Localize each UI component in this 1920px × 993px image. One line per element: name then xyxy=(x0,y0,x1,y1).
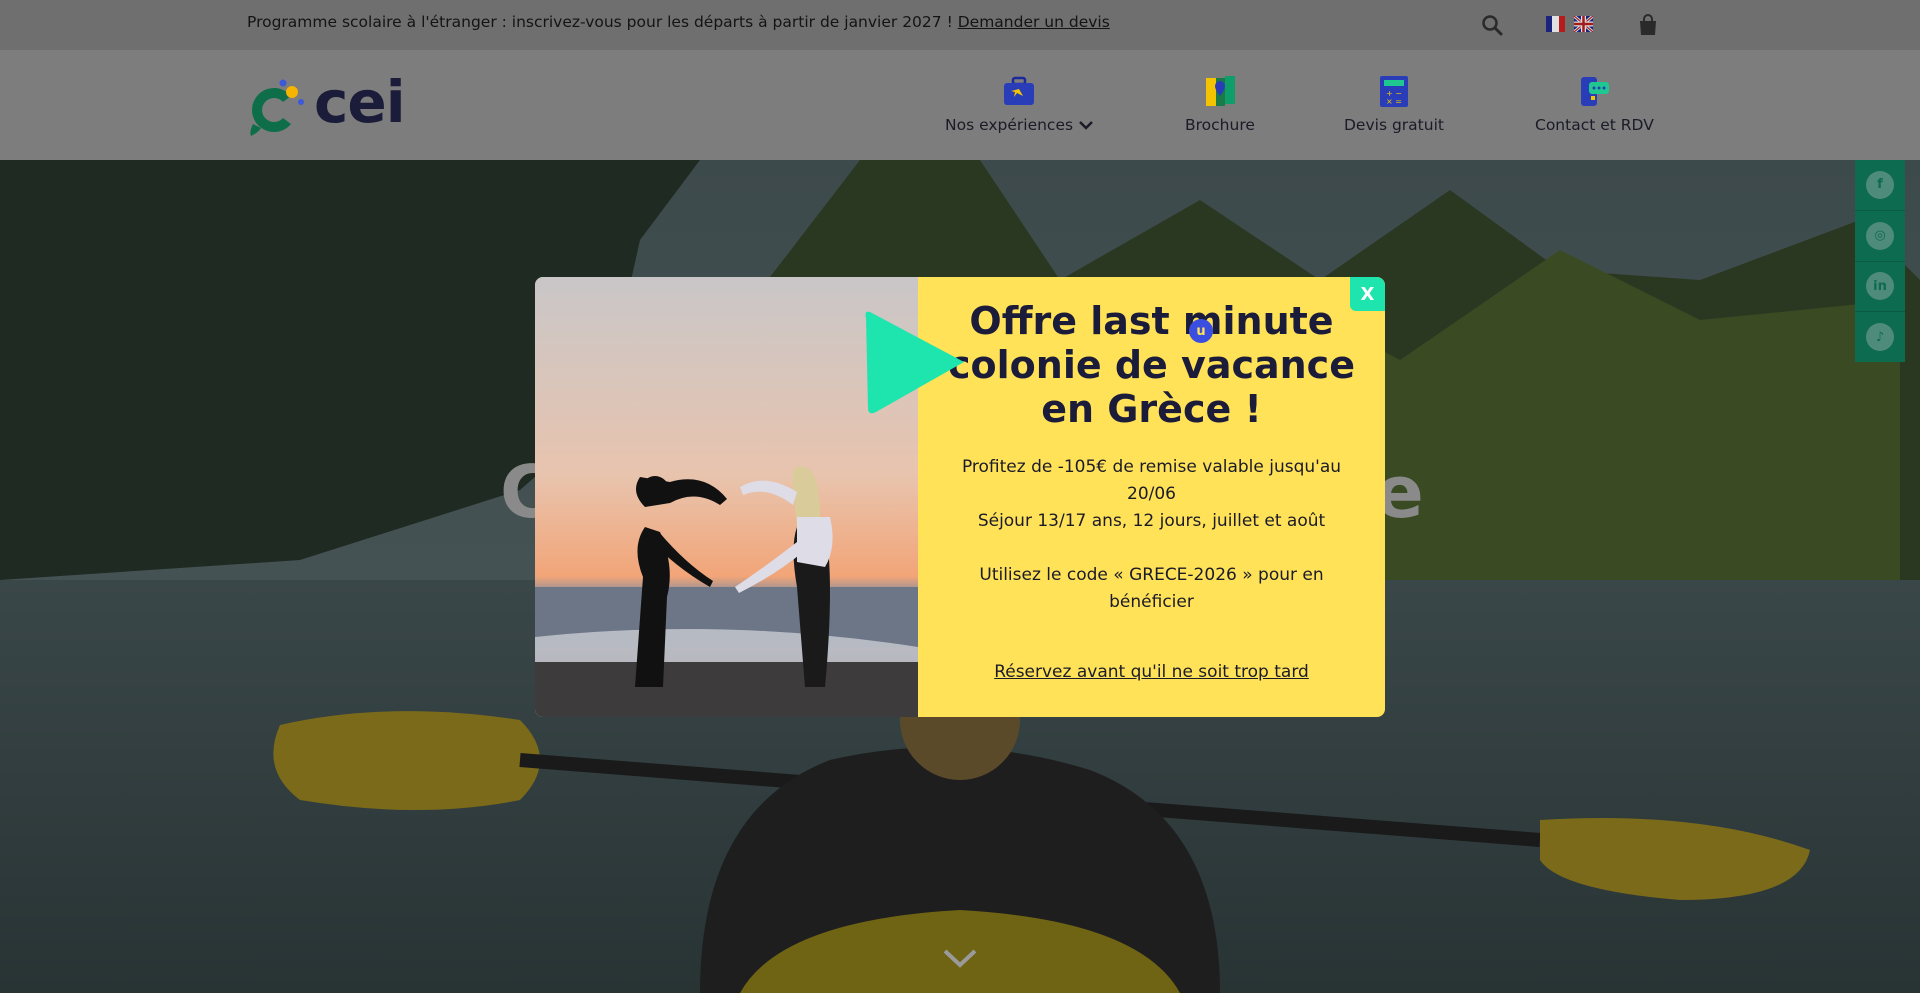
announcement-bar: Programme scolaire à l'étranger : inscri… xyxy=(0,0,1920,50)
nav-contact[interactable]: Contact et RDV xyxy=(1535,74,1654,134)
nav-experiences-label: Nos expériences xyxy=(945,116,1074,134)
bag-icon[interactable] xyxy=(1638,14,1658,36)
linkedin-icon: in xyxy=(1866,272,1894,301)
nav-experiences[interactable]: Nos expériences xyxy=(945,74,1093,134)
logo-mark-icon xyxy=(250,79,304,136)
logo-text: cei xyxy=(314,68,406,136)
phone-chat-icon xyxy=(1581,77,1610,106)
search-icon[interactable] xyxy=(1481,14,1503,36)
chevron-down-icon xyxy=(1079,121,1093,130)
social-sidebar: f ◎ in ♪ xyxy=(1855,160,1905,362)
linkedin-link[interactable]: in xyxy=(1855,262,1905,313)
tiktok-icon: ♪ xyxy=(1866,323,1894,352)
promo-title: Offre last minute colonie de vacance en … xyxy=(948,299,1355,431)
calculator-icon: + − × = xyxy=(1379,76,1408,107)
nav-quote[interactable]: + − × = Devis gratuit xyxy=(1344,74,1444,134)
announcement-text: Programme scolaire à l'étranger : inscri… xyxy=(247,13,1110,31)
nav-contact-label: Contact et RDV xyxy=(1535,116,1654,134)
nav-brochure-label: Brochure xyxy=(1185,116,1255,134)
main-header: cei Nos expériences Brochure + − × = Dev… xyxy=(0,50,1920,160)
tiktok-link[interactable]: ♪ xyxy=(1855,312,1905,362)
promo-photo xyxy=(535,277,918,717)
promo-book-link[interactable]: Réservez avant qu'il ne soit trop tard xyxy=(918,662,1385,682)
flag-fr-icon[interactable] xyxy=(1546,16,1565,32)
promo-content: Offre last minute colonie de vacance en … xyxy=(918,277,1385,717)
map-pin-icon xyxy=(1205,76,1235,106)
nav-brochure[interactable]: Brochure xyxy=(1185,74,1255,134)
flag-gb-icon[interactable] xyxy=(1574,16,1593,32)
promo-discount-text: Profitez de -105€ de remise valable jusq… xyxy=(961,457,1342,504)
scroll-down-chevron-icon[interactable] xyxy=(942,947,978,969)
promo-code-text: Utilisez le code « GRECE-2026 » pour en … xyxy=(979,565,1324,612)
announcement-message: Programme scolaire à l'étranger : inscri… xyxy=(247,13,953,31)
suitcase-icon xyxy=(1004,76,1035,105)
close-modal-button[interactable]: X xyxy=(1350,277,1385,311)
promo-body: Profitez de -105€ de remise valable jusq… xyxy=(948,454,1355,616)
cei-logo[interactable]: cei xyxy=(247,68,417,138)
cursor-indicator: u xyxy=(1189,319,1213,343)
nav-quote-label: Devis gratuit xyxy=(1344,116,1444,134)
play-icon xyxy=(865,311,964,414)
instagram-link[interactable]: ◎ xyxy=(1855,211,1905,262)
facebook-icon: f xyxy=(1866,170,1894,199)
promo-stay-text: Séjour 13/17 ans, 12 jours, juillet et a… xyxy=(977,511,1326,531)
svg-text:× =: × = xyxy=(1386,97,1402,106)
quote-request-link[interactable]: Demander un devis xyxy=(958,13,1110,31)
instagram-icon: ◎ xyxy=(1866,221,1894,250)
facebook-link[interactable]: f xyxy=(1855,160,1905,211)
